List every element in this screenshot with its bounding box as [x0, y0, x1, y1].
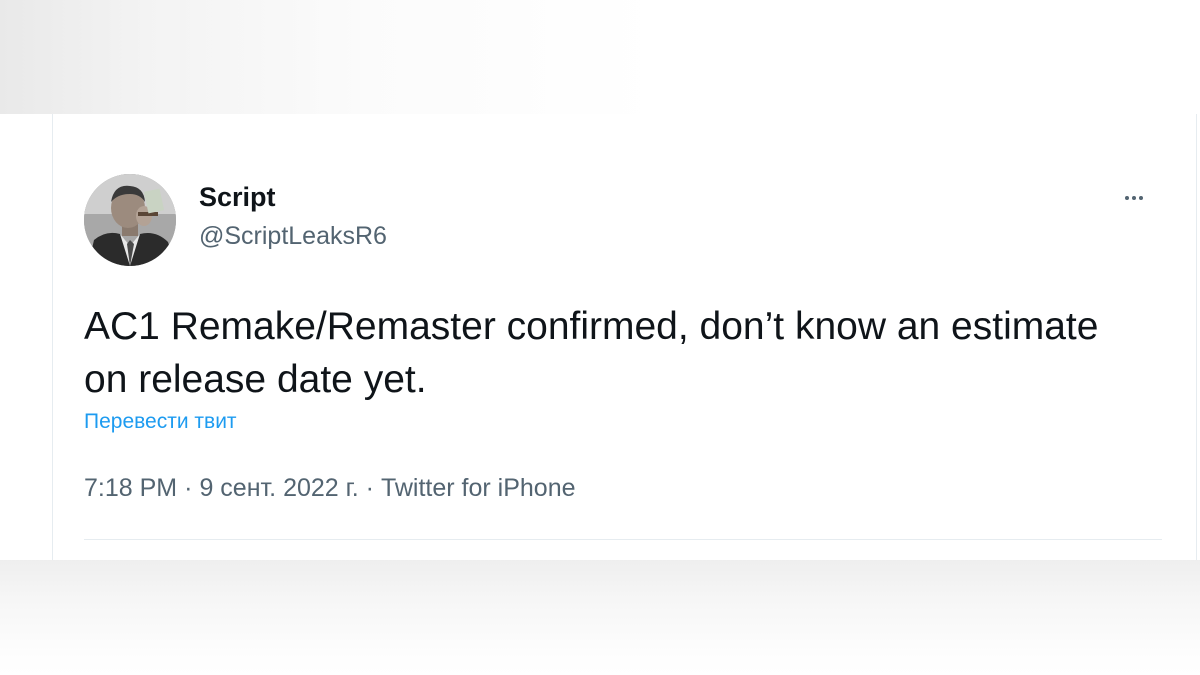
page: Script @ScriptLeaksR6 AC1 Remake/Remaste… — [0, 0, 1200, 675]
more-horizontal-icon-dot — [1132, 196, 1136, 200]
meta-separator: · — [365, 474, 374, 502]
card-left-border — [52, 114, 53, 560]
tweet-card: Script @ScriptLeaksR6 AC1 Remake/Remaste… — [0, 114, 1200, 560]
author-handle[interactable]: @ScriptLeaksR6 — [199, 222, 387, 251]
more-options-button[interactable] — [1118, 184, 1150, 212]
tweet-time[interactable]: 7:18 PM — [84, 474, 177, 502]
translate-tweet-link[interactable]: Перевести твит — [84, 410, 237, 434]
author-display-name[interactable]: Script — [199, 182, 276, 213]
avatar[interactable] — [84, 174, 176, 266]
tweet-source[interactable]: Twitter for iPhone — [381, 474, 576, 502]
blurred-backdrop-bottom — [0, 558, 1200, 675]
more-horizontal-icon — [1125, 196, 1129, 200]
tweet-date[interactable]: 9 сент. 2022 г. — [199, 474, 358, 502]
divider — [84, 539, 1162, 540]
tweet-text: AC1 Remake/Remaster confirmed, don’t kno… — [84, 305, 1099, 401]
tweet-metadata: 7:18 PM · 9 сент. 2022 г. · Twitter for iPho… — [84, 474, 576, 503]
meta-separator: · — [184, 474, 193, 502]
card-right-border — [1196, 114, 1197, 560]
more-horizontal-icon-dot — [1139, 196, 1143, 200]
blurred-backdrop-top — [0, 0, 1200, 115]
avatar-image — [84, 174, 176, 266]
